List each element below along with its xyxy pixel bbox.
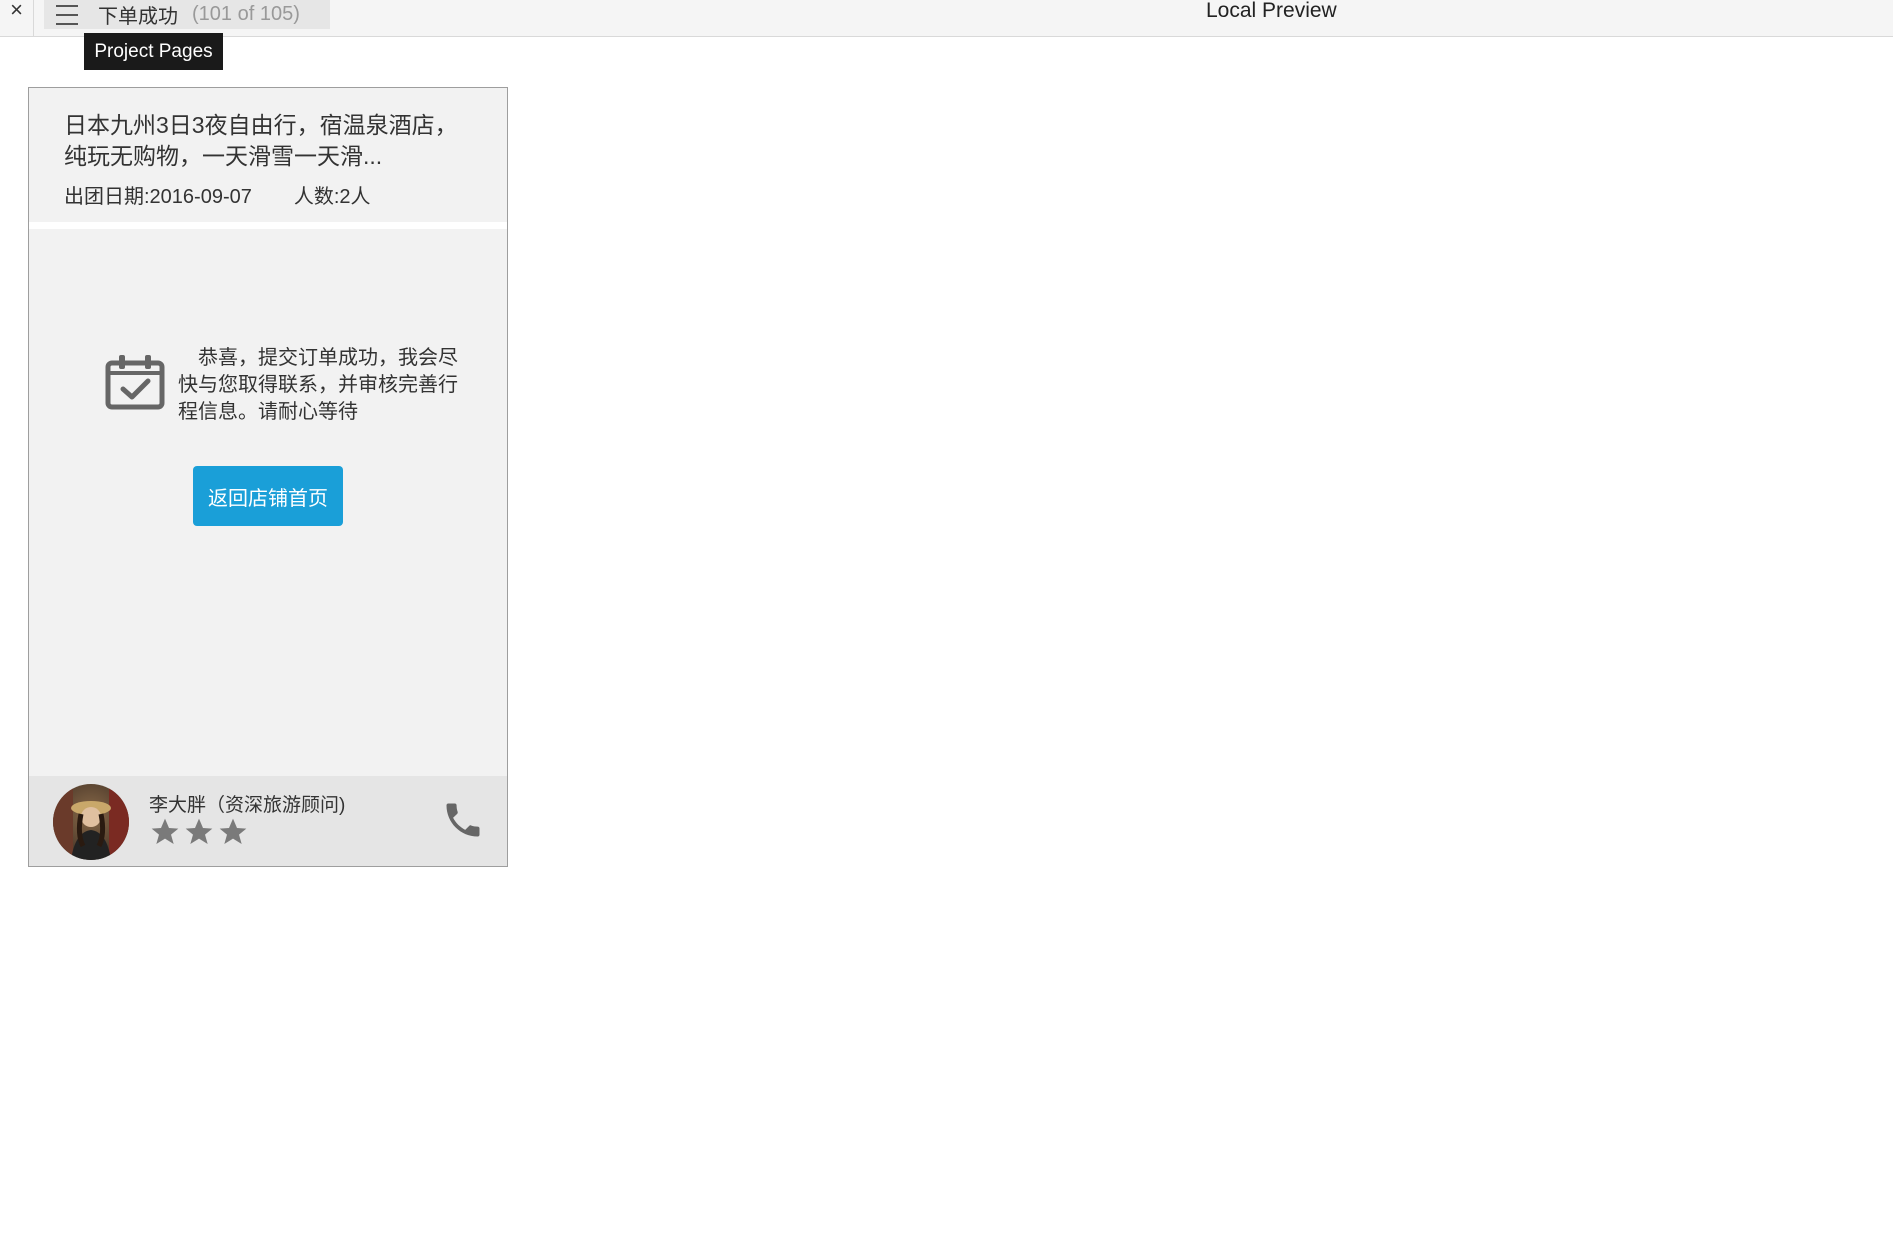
close-button[interactable]: × — [0, 0, 34, 36]
order-summary: 日本九州3日3夜自由行，宿温泉酒店，纯玩无购物，一天滑雪一天滑... 出团日期:… — [29, 88, 507, 221]
order-title: 日本九州3日3夜自由行，宿温泉酒店，纯玩无购物，一天滑雪一天滑... — [64, 112, 458, 169]
advisor-rating — [149, 816, 251, 848]
advisor-bar: 李大胖（资深旅游顾问) — [29, 776, 507, 866]
star-icon — [151, 818, 179, 844]
current-page-name: 下单成功 — [98, 6, 178, 28]
advisor-avatar[interactable] — [53, 784, 129, 860]
section-divider — [29, 222, 507, 229]
app-title: Local Preview — [1206, 0, 1337, 22]
order-meta: 出团日期:2016-09-07 人数:2人 — [64, 180, 371, 209]
people-count: 人数:2人 — [293, 186, 371, 208]
hamburger-menu-icon — [56, 4, 80, 25]
order-success-section: 恭喜，提交订单成功，我会尽快与您取得联系，并审核完善行程信息。请耐心等待 返回店… — [29, 229, 507, 775]
success-message: 恭喜，提交订单成功，我会尽快与您取得联系，并审核完善行程信息。请耐心等待 — [178, 347, 458, 423]
mobile-preview-frame: 日本九州3日3夜自由行，宿温泉酒店，纯玩无购物，一天滑雪一天滑... 出团日期:… — [28, 87, 508, 867]
departure-date: 出团日期:2016-09-07 — [64, 186, 252, 208]
project-pages-tooltip: Project Pages — [84, 33, 223, 70]
advisor-name: 李大胖（资深旅游顾问) — [149, 795, 346, 816]
top-bar: × 下单成功 (101 of 105) Local Preview — [0, 0, 1893, 37]
star-icon — [185, 818, 213, 844]
phone-icon[interactable] — [441, 798, 485, 842]
avatar-photo-icon — [53, 784, 129, 860]
page-count: (101 of 105) — [192, 3, 300, 25]
close-icon: × — [10, 0, 23, 22]
page-selector[interactable]: 下单成功 (101 of 105) — [44, 0, 330, 29]
return-home-button[interactable]: 返回店铺首页 — [193, 466, 343, 526]
star-icon — [219, 818, 247, 844]
calendar-check-icon — [105, 355, 165, 410]
